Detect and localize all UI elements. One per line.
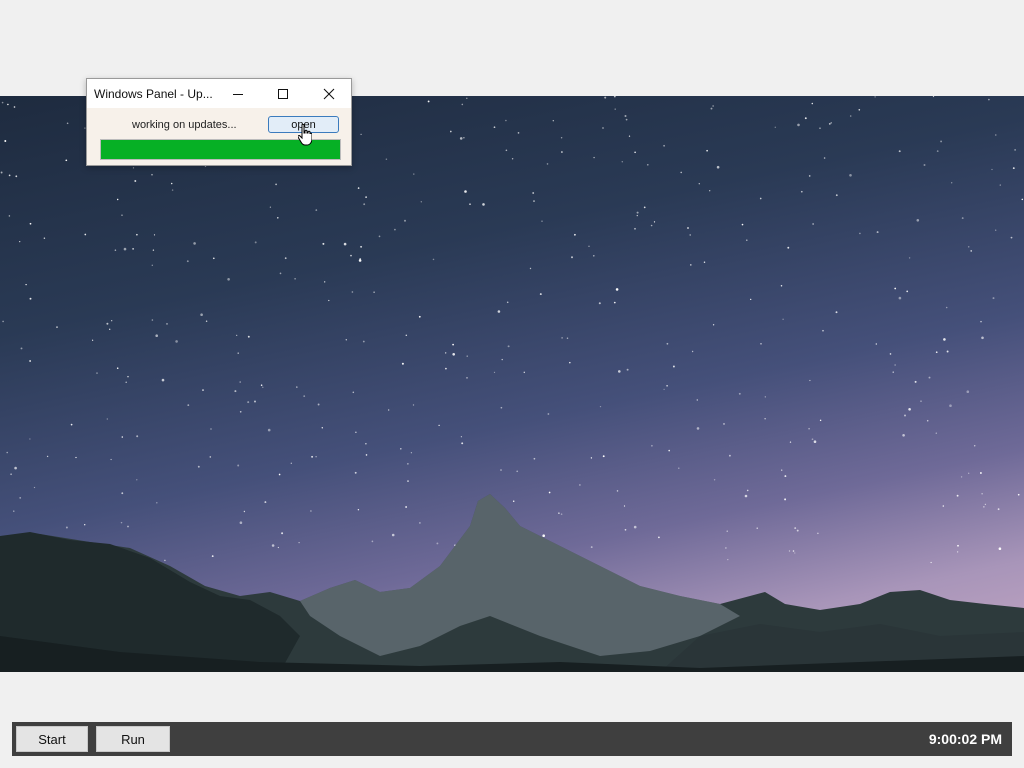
dialog-title: Windows Panel - Up... (94, 87, 213, 101)
status-text: working on updates... (132, 119, 237, 131)
start-button[interactable]: Start (16, 726, 88, 752)
run-button[interactable]: Run (96, 726, 170, 752)
desktop-wallpaper (0, 96, 1024, 672)
minimize-button[interactable] (216, 79, 260, 108)
update-dialog: Windows Panel - Up... working on updates… (86, 78, 352, 166)
taskbar: Start Run 9:00:02 PM (12, 722, 1012, 756)
maximize-icon (278, 88, 288, 99)
wallpaper-image (0, 96, 1024, 672)
maximize-button[interactable] (261, 79, 305, 108)
close-icon (323, 88, 335, 99)
taskbar-clock: 9:00:02 PM (928, 731, 1002, 747)
minimize-icon (233, 93, 243, 95)
hand-cursor-icon (298, 124, 312, 146)
close-button[interactable] (307, 79, 351, 108)
dialog-titlebar[interactable]: Windows Panel - Up... (87, 79, 351, 108)
desktop: Windows Panel - Up... working on updates… (0, 0, 1024, 768)
